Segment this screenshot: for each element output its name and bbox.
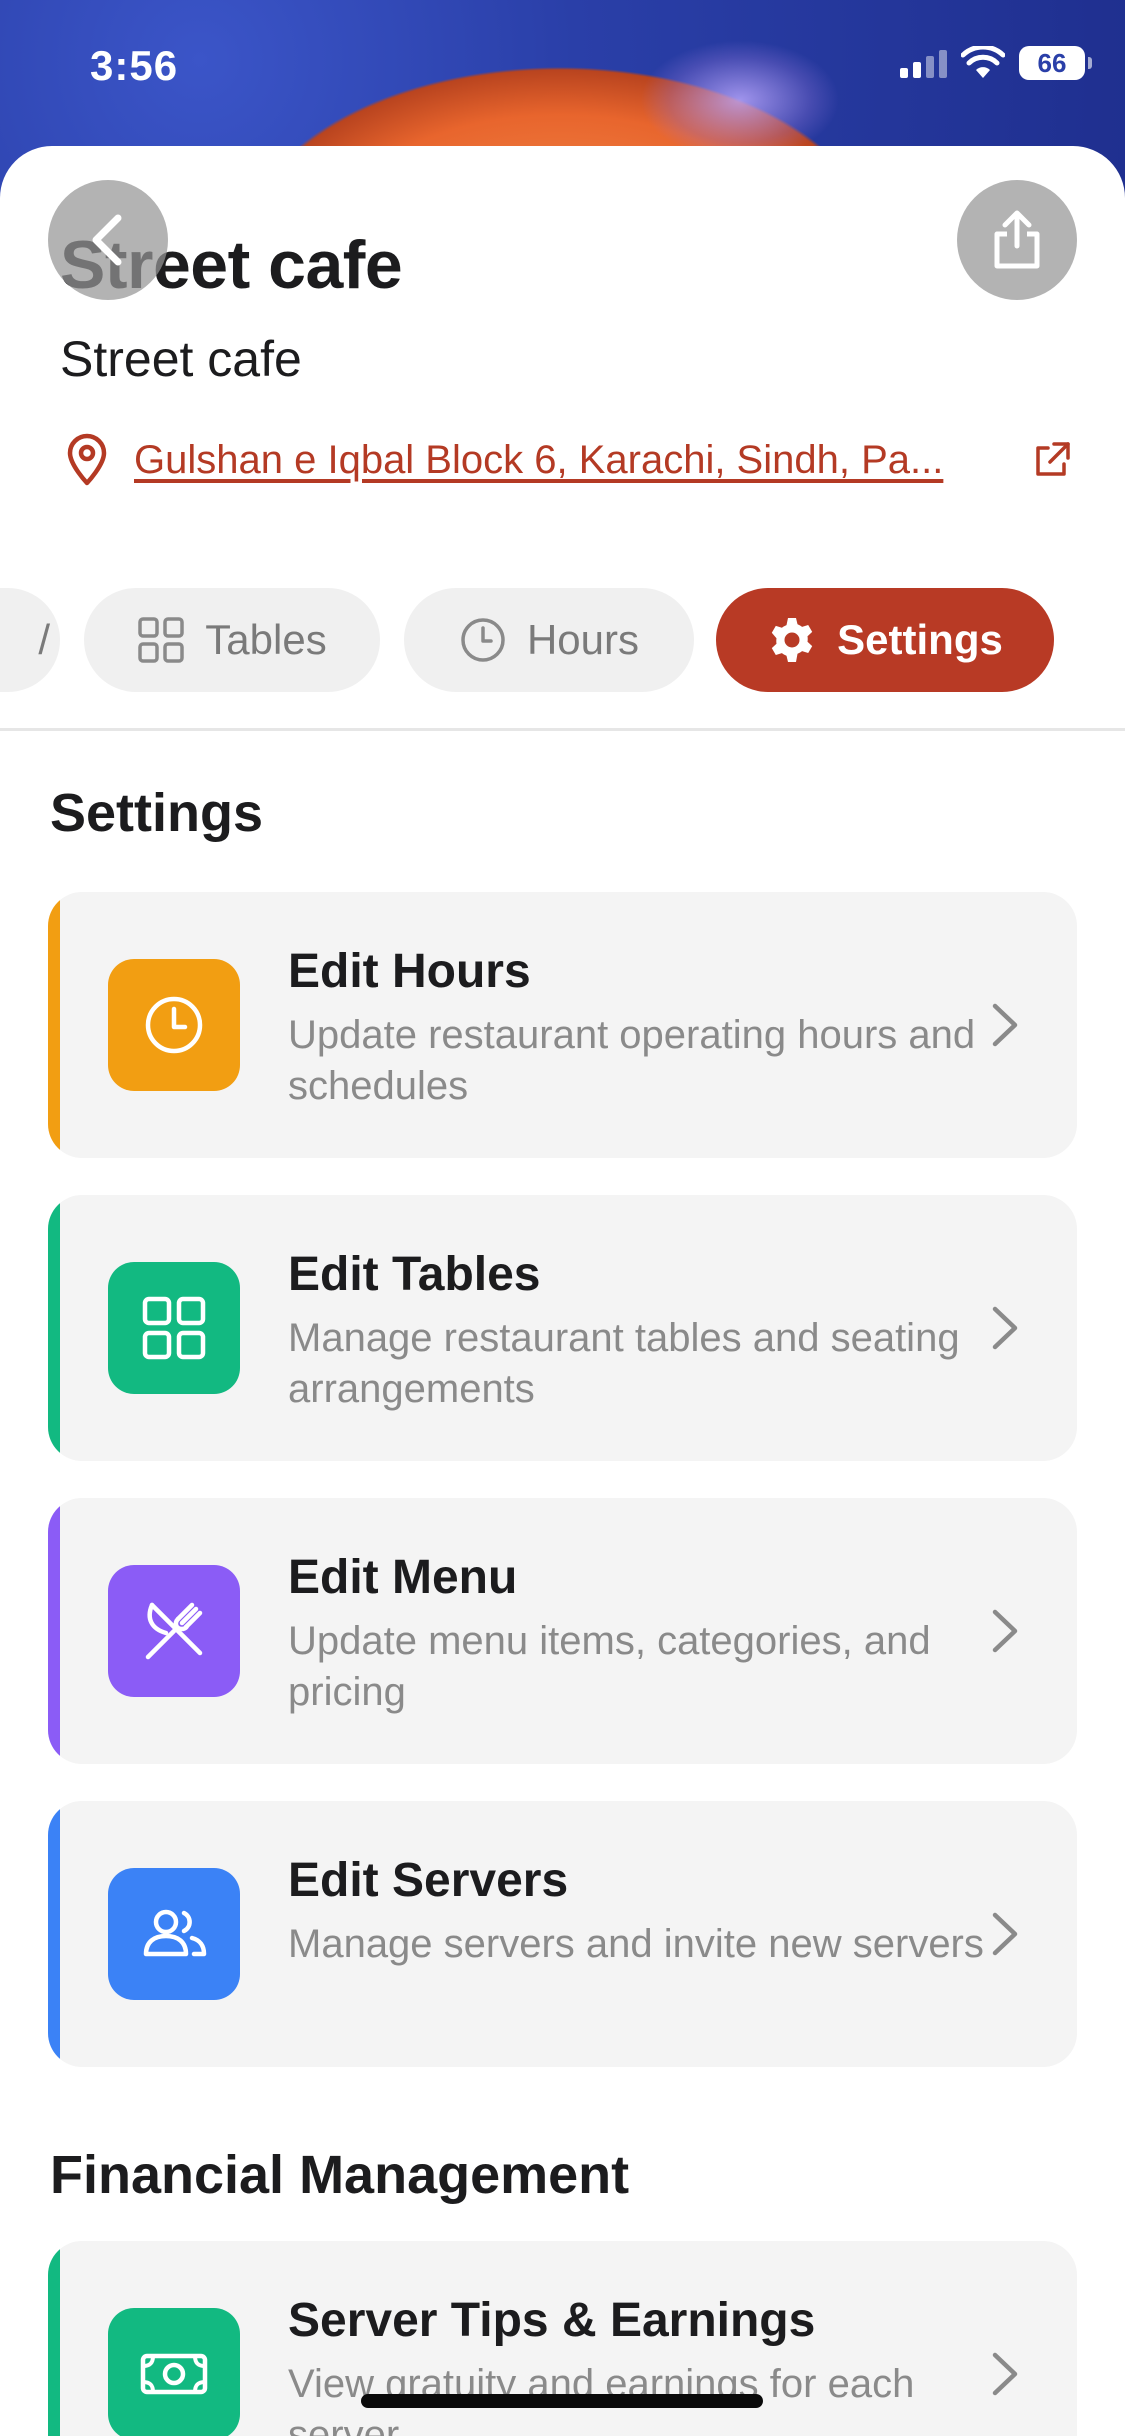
icon-box <box>108 2308 240 2436</box>
tab-label: Hours <box>526 616 640 663</box>
home-indicator[interactable] <box>361 2394 763 2408</box>
card-accent <box>48 1498 60 1764</box>
cellular-signal-icon <box>900 48 947 78</box>
battery-level: 66 <box>1037 47 1067 78</box>
chevron-right-icon <box>992 1306 1018 1350</box>
tab-bar: / Tables Hours Settings <box>0 588 1125 692</box>
card-title: Edit Hours <box>288 945 531 998</box>
card-accent <box>48 1195 60 1461</box>
banknote-icon <box>140 2353 208 2395</box>
edit-tables-card[interactable]: Edit Tables Manage restaurant tables and… <box>48 1195 1077 1461</box>
financial-section-title: Financial Management <box>50 2145 630 2205</box>
card-title: Edit Servers <box>288 1854 569 1907</box>
clock-icon <box>145 996 203 1054</box>
card-title: Edit Tables <box>288 1248 541 1301</box>
address-link[interactable]: Gulshan e Iqbal Block 6, Karachi, Sindh,… <box>62 430 1072 490</box>
icon-box <box>108 1262 240 1394</box>
back-button[interactable] <box>48 180 168 300</box>
card-description: Update restaurant operating hours and sc… <box>288 1013 976 1108</box>
status-time: 3:56 <box>90 42 179 89</box>
battery-icon: 66 <box>1019 46 1092 80</box>
card-description: Manage servers and invite new servers <box>288 1922 984 1966</box>
external-link-icon[interactable] <box>1032 440 1072 480</box>
grid-icon <box>142 1296 206 1360</box>
share-button[interactable] <box>957 180 1077 300</box>
card-accent <box>48 2241 60 2436</box>
users-icon <box>143 1909 207 1957</box>
edit-hours-card[interactable]: Edit Hours Update restaurant operating h… <box>48 892 1077 1158</box>
tab-settings[interactable]: Settings <box>716 588 1054 692</box>
icon-box <box>108 1565 240 1697</box>
tab-label: Tables <box>205 616 327 663</box>
utensils-icon <box>145 1602 203 1660</box>
restaurant-sheet: Street cafe Street cafe Gulshan e Iqbal … <box>0 146 1125 2436</box>
address-text[interactable]: Gulshan e Iqbal Block 6, Karachi, Sindh,… <box>134 438 1012 483</box>
chevron-right-icon <box>992 1609 1018 1653</box>
restaurant-subtitle: Street cafe <box>60 331 302 387</box>
share-icon <box>994 210 1040 269</box>
card-title: Server Tips & Earnings <box>288 2294 816 2347</box>
map-pin-icon <box>67 433 107 486</box>
status-icons: 66 <box>900 46 1092 80</box>
card-title: Edit Menu <box>288 1551 518 1604</box>
card-accent <box>48 892 60 1158</box>
icon-box <box>108 1868 240 2000</box>
card-description: Update menu items, categories, and prici… <box>288 1619 931 1714</box>
wifi-icon <box>961 46 1005 78</box>
card-description: Manage restaurant tables and seating arr… <box>288 1316 960 1411</box>
settings-section-title: Settings <box>50 783 264 843</box>
grid-icon <box>138 617 185 663</box>
tab-partial[interactable]: / <box>0 588 60 692</box>
status-bar: 3:56 66 <box>0 0 1125 140</box>
chevron-left-icon <box>92 214 122 266</box>
card-accent <box>48 1801 60 2067</box>
chevron-right-icon <box>992 1003 1018 1047</box>
tab-tables[interactable]: Tables <box>84 588 380 692</box>
chevron-right-icon <box>992 1912 1018 1956</box>
tab-label: Settings <box>837 616 1003 663</box>
chevron-right-icon <box>992 2352 1018 2396</box>
tab-divider <box>0 728 1125 731</box>
icon-box <box>108 959 240 1091</box>
tab-hours[interactable]: Hours <box>404 588 694 692</box>
gear-icon <box>771 618 813 662</box>
clock-icon <box>461 618 505 662</box>
edit-servers-card[interactable]: Edit Servers Manage servers and invite n… <box>48 1801 1077 2067</box>
edit-menu-card[interactable]: Edit Menu Update menu items, categories,… <box>48 1498 1077 1764</box>
